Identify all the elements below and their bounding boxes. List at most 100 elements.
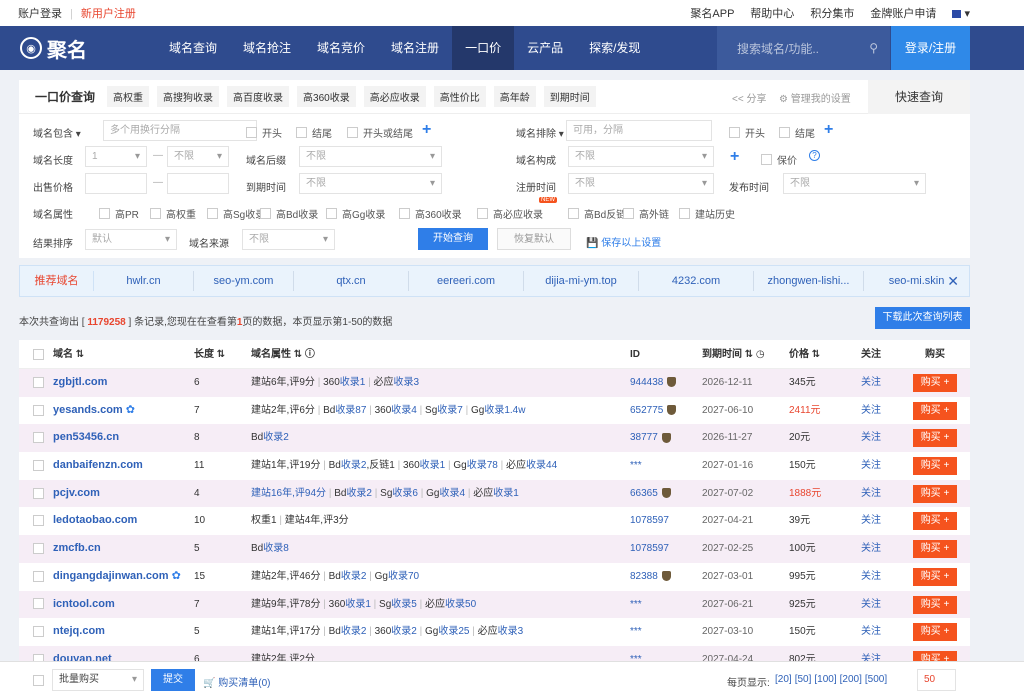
buy-button[interactable]: 购买 +	[913, 374, 957, 392]
preset-tab-1[interactable]: 高搜狗收录	[157, 86, 220, 107]
buy-button[interactable]: 购买 +	[913, 457, 957, 476]
points-link[interactable]: 积分集市	[810, 8, 854, 20]
domain-id[interactable]: 82388	[630, 563, 671, 591]
quick-search-tab[interactable]: 快速查询	[868, 80, 970, 114]
cart-link[interactable]: 🛒 购买清单(0)	[203, 674, 270, 689]
buy-button[interactable]: 购买 +	[913, 429, 957, 448]
help-link[interactable]: 帮助中心	[750, 8, 794, 20]
nav-login-button[interactable]: 登录/注册	[891, 26, 970, 70]
recommend-item[interactable]: seo-ym.com	[194, 271, 294, 291]
row-checkbox[interactable]	[33, 618, 44, 646]
recommend-item[interactable]: 4232.com	[639, 271, 754, 291]
row-checkbox[interactable]	[33, 452, 44, 480]
app-link[interactable]: 聚名APP	[690, 8, 734, 20]
search-icon[interactable]: ⚲	[869, 41, 878, 55]
pub-time-select[interactable]: 不限	[783, 173, 926, 194]
recommend-item[interactable]: eereeri.com	[409, 271, 524, 291]
attr-checkbox-8[interactable]: 高外链	[623, 206, 669, 221]
buy-button[interactable]: 购买 +	[913, 540, 957, 559]
domain-id[interactable]: ***	[630, 591, 642, 619]
recommend-item[interactable]: hwlr.cn	[94, 271, 194, 291]
preset-tab-7[interactable]: 到期时间	[543, 86, 596, 107]
preset-tab-5[interactable]: 高性价比	[433, 86, 486, 107]
contains-end-checkbox[interactable]: 结尾	[296, 125, 332, 140]
domain-id[interactable]: 38777	[630, 424, 671, 452]
select-all-checkbox[interactable]	[33, 340, 44, 369]
sort-name-header[interactable]: 域名 ⇅	[53, 340, 84, 369]
language-selector[interactable]: ▾	[952, 8, 970, 20]
preset-tab-4[interactable]: 高必应收录	[363, 86, 426, 107]
manage-settings-button[interactable]: ⚙ 管理我的设置	[779, 90, 851, 105]
sort-expire-header[interactable]: 到期时间 ⇅ ◷	[702, 340, 765, 369]
attr-checkbox-9[interactable]: 建站历史	[679, 206, 735, 221]
buy-button[interactable]: 购买 +	[913, 512, 957, 531]
close-icon[interactable]: ✕	[947, 273, 959, 290]
nav-item-3[interactable]: 域名注册	[378, 26, 452, 70]
follow-button[interactable]: 关注	[861, 452, 881, 480]
row-checkbox[interactable]	[33, 563, 44, 591]
row-checkbox[interactable]	[33, 397, 44, 425]
reg-time-select[interactable]: 不限	[568, 173, 714, 194]
nav-item-5[interactable]: 云产品	[514, 26, 576, 70]
price-from-input[interactable]	[85, 173, 147, 194]
row-checkbox[interactable]	[33, 480, 44, 508]
domain-link[interactable]: ntejq.com	[53, 618, 105, 646]
per-page-option[interactable]: [20]	[775, 674, 792, 685]
per-page-input[interactable]: 50	[917, 669, 956, 691]
batch-action-select[interactable]: 批量购买	[52, 669, 144, 691]
per-page-option[interactable]: [50]	[795, 674, 812, 685]
follow-button[interactable]: 关注	[861, 397, 881, 425]
follow-button[interactable]: 关注	[861, 591, 881, 619]
follow-button[interactable]: 关注	[861, 535, 881, 563]
length-to-select[interactable]: 不限	[167, 146, 229, 167]
buy-button[interactable]: 购买 +	[913, 484, 957, 503]
domain-link[interactable]: pen53456.cn	[53, 424, 119, 452]
nav-item-6[interactable]: 探索/发现	[576, 26, 653, 70]
row-checkbox[interactable]	[33, 369, 44, 397]
domain-link[interactable]: pcjv.com	[53, 480, 100, 508]
nav-item-2[interactable]: 域名竞价	[304, 26, 378, 70]
domain-id[interactable]: ***	[630, 618, 642, 646]
buy-button[interactable]: 购买 +	[913, 567, 957, 586]
domain-link[interactable]: icntool.com	[53, 591, 115, 619]
attr-checkbox-2[interactable]: 高Sg收录	[207, 206, 265, 221]
recommend-item[interactable]: dijia-mi-ym.top	[524, 271, 639, 291]
preset-tab-3[interactable]: 高360收录	[297, 86, 356, 107]
nav-item-1[interactable]: 域名抢注	[230, 26, 304, 70]
search-button[interactable]: 开始查询	[418, 228, 488, 250]
attr-checkbox-1[interactable]: 高权重	[150, 206, 196, 221]
contains-input[interactable]: 多个用换行分隔	[103, 120, 257, 141]
follow-button[interactable]: 关注	[861, 369, 881, 397]
per-page-option[interactable]: [100]	[814, 674, 836, 685]
follow-button[interactable]: 关注	[861, 507, 881, 535]
attr-checkbox-3[interactable]: 高Bd收录	[260, 206, 318, 221]
row-checkbox[interactable]	[33, 535, 44, 563]
add-structure-icon[interactable]: +	[730, 149, 739, 165]
row-checkbox[interactable]	[33, 507, 44, 535]
attr-checkbox-0[interactable]: 高PR	[99, 206, 139, 221]
sort-select[interactable]: 默认	[85, 229, 177, 250]
suffix-select[interactable]: 不限	[299, 146, 442, 167]
logo[interactable]: ◉ 聚名	[0, 34, 130, 63]
source-select[interactable]: 不限	[242, 229, 335, 250]
follow-button[interactable]: 关注	[861, 480, 881, 508]
download-button[interactable]: 下载此次查询列表	[875, 307, 970, 329]
domain-link[interactable]: dingangdajinwan.com ✿	[53, 563, 181, 591]
save-settings-button[interactable]: 💾 保存以上设置	[586, 234, 661, 249]
domain-link[interactable]: ledotaobao.com	[53, 507, 137, 535]
attr-checkbox-4[interactable]: 高Gg收录	[326, 206, 385, 221]
sort-price-header[interactable]: 价格 ⇅	[789, 340, 820, 369]
add-exclude-icon[interactable]: +	[824, 122, 833, 138]
login-link[interactable]: 账户登录	[18, 8, 62, 20]
exclude-input[interactable]: 可用，分隔	[566, 120, 712, 141]
buy-button[interactable]: 购买 +	[913, 595, 957, 614]
contains-startend-checkbox[interactable]: 开头或结尾	[347, 125, 413, 140]
domain-id[interactable]: 66365	[630, 480, 671, 508]
domain-link[interactable]: danbaifenzn.com	[53, 452, 143, 480]
attr-checkbox-6[interactable]: 高必应收录	[477, 206, 543, 221]
footer-select-all-checkbox[interactable]	[33, 674, 44, 686]
attr-checkbox-5[interactable]: 高360收录	[399, 206, 462, 221]
domain-id[interactable]: 944438	[630, 369, 677, 397]
domain-link[interactable]: zgbjtl.com	[53, 369, 107, 397]
domain-id[interactable]: 652775	[630, 397, 677, 425]
